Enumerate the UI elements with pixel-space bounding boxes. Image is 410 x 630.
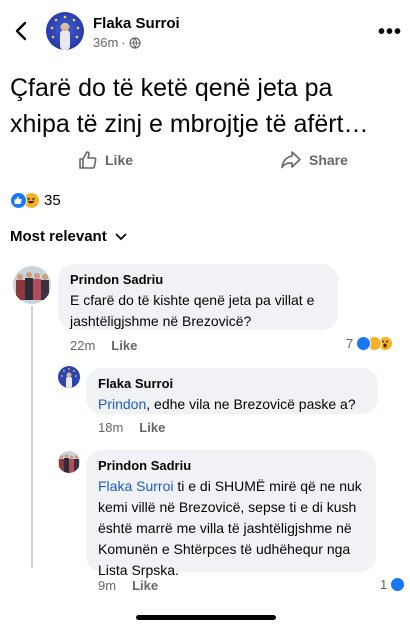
post-time: 36m bbox=[93, 35, 119, 50]
comment-bubble[interactable]: Prindon Sadriu Flaka Surroi ti e di SHUM… bbox=[86, 450, 376, 578]
author-avatar[interactable] bbox=[46, 12, 84, 50]
post-text-line-1: Çfarë do të ketë qenë jeta pa bbox=[10, 74, 333, 102]
post-meta: 36m · bbox=[93, 35, 141, 50]
thumbs-up-icon bbox=[79, 151, 97, 169]
post-header: Flaka Surroi 36m · ••• bbox=[0, 0, 410, 62]
commenter-avatar[interactable] bbox=[58, 366, 80, 388]
comment-text: E cfarë do të kishte qenë jeta pa villat… bbox=[70, 292, 315, 329]
commenter-name[interactable]: Prindon Sadriu bbox=[70, 272, 326, 287]
post-body[interactable]: Çfarë do të ketë qenë jeta pa xhipa të z… bbox=[10, 70, 402, 142]
like-reaction-icon bbox=[10, 192, 27, 209]
commenter-avatar[interactable] bbox=[13, 266, 51, 304]
mention-link[interactable]: Flaka Surroi bbox=[98, 478, 173, 494]
share-button[interactable]: Share bbox=[280, 150, 348, 170]
comment-reaction-count: 1 bbox=[380, 577, 388, 592]
sort-label: Most relevant bbox=[10, 228, 107, 245]
comment-reactions[interactable]: 7 bbox=[346, 336, 394, 351]
comment-reaction-count: 7 bbox=[346, 336, 354, 351]
home-indicator[interactable] bbox=[136, 615, 276, 620]
comment-time: 18m bbox=[98, 420, 124, 435]
share-arrow-icon bbox=[281, 151, 301, 169]
comment-time: 22m bbox=[70, 338, 96, 353]
comment-bubble[interactable]: Prindon Sadriu E cfarë do të kishte qenë… bbox=[58, 264, 338, 330]
comment-like-button[interactable]: Like bbox=[132, 578, 158, 593]
comment-meta: 22m Like bbox=[70, 338, 137, 353]
comment-meta: 9m Like bbox=[98, 578, 158, 593]
commenter-name[interactable]: Prindon Sadriu bbox=[98, 458, 364, 473]
more-options-icon[interactable]: ••• bbox=[378, 22, 402, 42]
post-actions: Like Share bbox=[0, 150, 410, 178]
like-reaction-icon bbox=[390, 577, 406, 592]
back-arrow-icon[interactable] bbox=[12, 20, 32, 42]
comment-reactions[interactable]: 1 bbox=[380, 577, 406, 592]
comment-text: , edhe vila ne Brezovicë paske a? bbox=[146, 396, 356, 412]
like-button[interactable]: Like bbox=[78, 150, 133, 170]
comment-bubble[interactable]: Flaka Surroi Prindon, edhe vila ne Brezo… bbox=[86, 368, 378, 414]
post-text-line-2: xhipa të zinj e mbrojtje të afërt… bbox=[10, 110, 369, 138]
comment-time: 9m bbox=[98, 578, 117, 593]
like-label: Like bbox=[105, 152, 134, 168]
commenter-name[interactable]: Flaka Surroi bbox=[98, 376, 366, 391]
globe-icon bbox=[129, 36, 141, 49]
mention-link[interactable]: Prindon bbox=[98, 396, 146, 412]
chevron-down-icon bbox=[115, 233, 127, 240]
comment-like-button[interactable]: Like bbox=[111, 338, 137, 353]
comment-meta: 18m Like bbox=[98, 420, 165, 435]
share-label: Share bbox=[309, 152, 348, 168]
comment-sort-dropdown[interactable]: Most relevant bbox=[10, 228, 127, 245]
commenter-avatar[interactable] bbox=[58, 451, 80, 473]
meta-separator: · bbox=[121, 35, 126, 50]
comment-like-button[interactable]: Like bbox=[139, 420, 165, 435]
reaction-count: 35 bbox=[44, 192, 61, 209]
thread-connector bbox=[31, 306, 33, 568]
author-name[interactable]: Flaka Surroi bbox=[93, 15, 180, 32]
comment-text-wrap: Flaka Surroi ti e di SHUMË mirë që ne nu… bbox=[98, 478, 362, 578]
reactions-summary[interactable]: 35 bbox=[10, 192, 61, 209]
comment-text-wrap: Prindon, edhe vila ne Brezovicë paske a? bbox=[98, 396, 356, 412]
